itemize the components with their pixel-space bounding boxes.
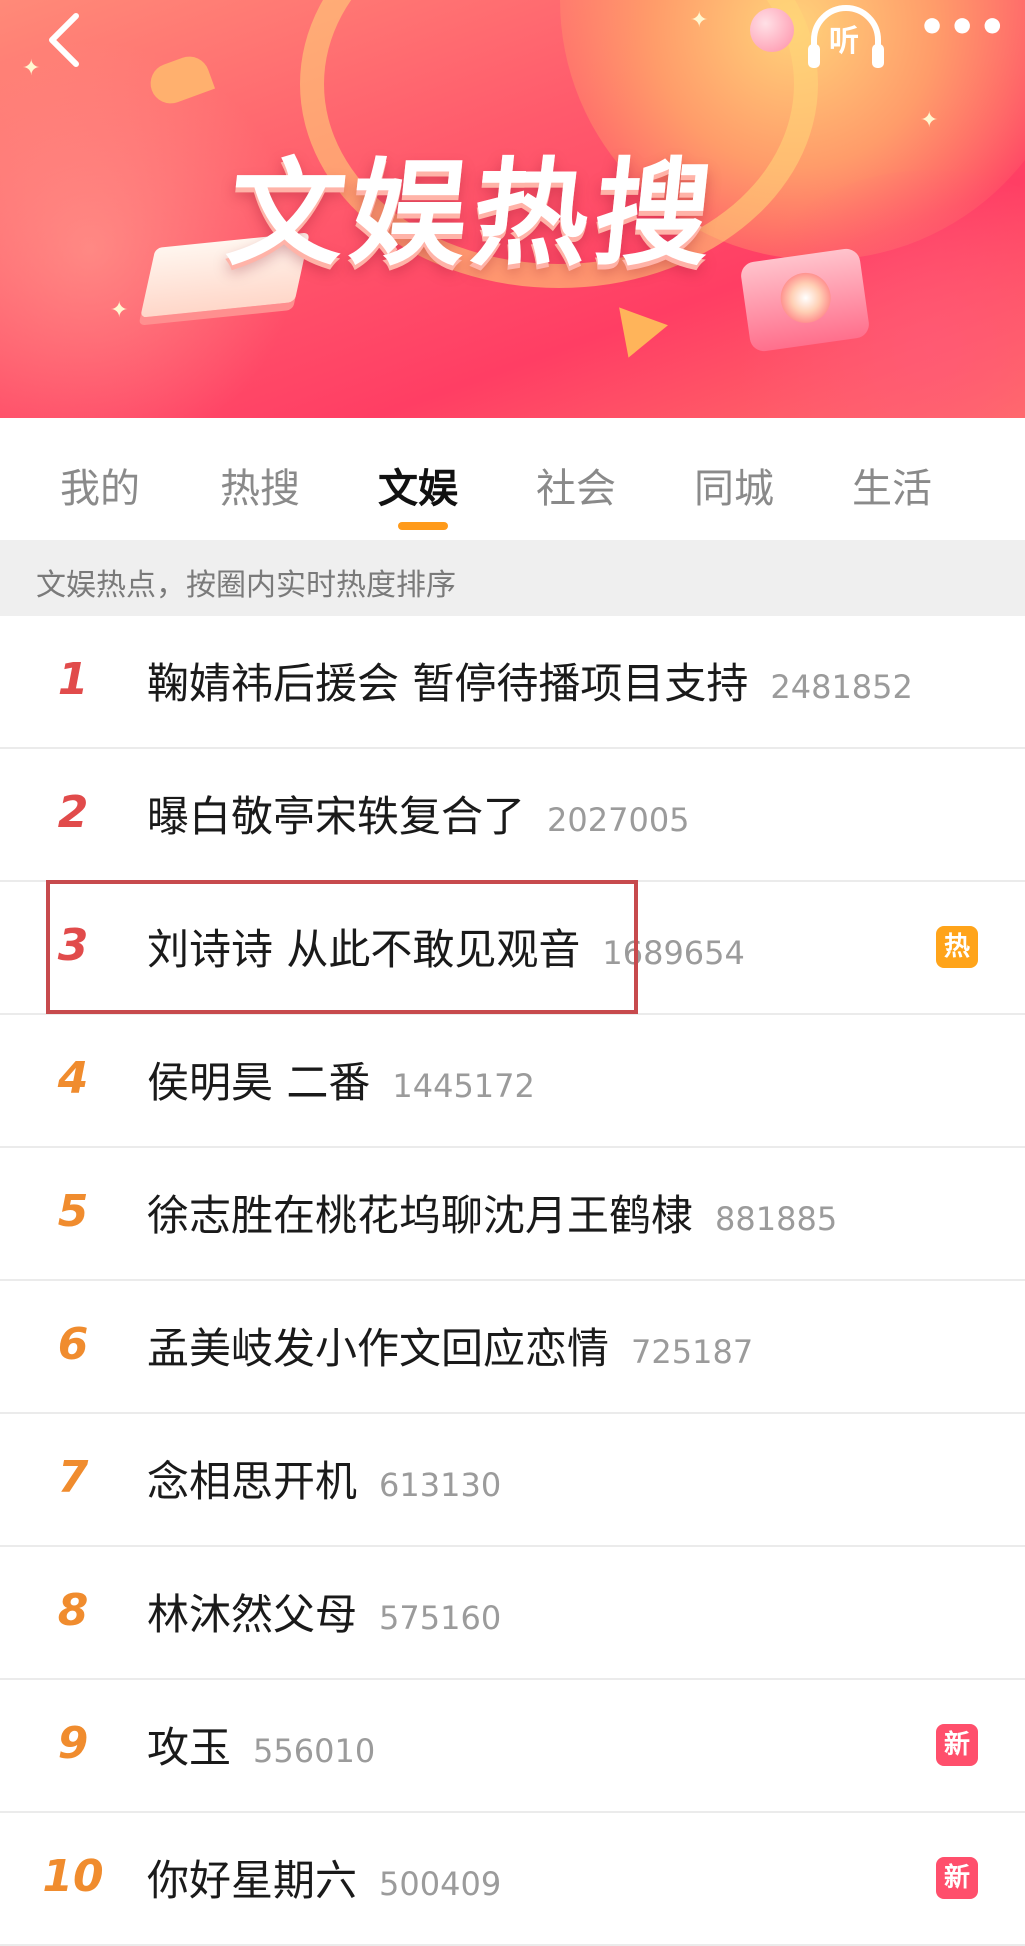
rank-number: 4 bbox=[57, 1053, 89, 1104]
list-item[interactable]: 5 徐志胜在桃花坞聊沈月王鹤棣 881885 bbox=[0, 1148, 1025, 1281]
active-tab-indicator bbox=[398, 522, 448, 530]
tab-mine[interactable]: 我的 bbox=[60, 456, 140, 514]
item-heat-count: 2027005 bbox=[547, 801, 690, 839]
listen-button[interactable]: 听 bbox=[806, 2, 886, 72]
sort-info-bar: 文娱热点，按圈内实时热度排序 bbox=[0, 540, 1025, 616]
new-badge: 新 bbox=[936, 1857, 978, 1899]
back-button[interactable] bbox=[40, 10, 90, 70]
rank-number: 1 bbox=[57, 654, 89, 705]
chevron-left-icon bbox=[49, 13, 79, 67]
item-title: 刘诗诗 从此不敢见观音 bbox=[147, 925, 581, 974]
list-item[interactable]: 6 孟美岐发小作文回应恋情 725187 bbox=[0, 1281, 1025, 1414]
item-heat-count: 575160 bbox=[379, 1599, 502, 1637]
rank-number: 6 bbox=[57, 1319, 89, 1370]
tab-society[interactable]: 社会 bbox=[536, 456, 616, 514]
hot-badge: 热 bbox=[936, 926, 978, 968]
item-heat-count: 500409 bbox=[379, 1865, 502, 1903]
sort-info-text: 文娱热点，按圈内实时热度排序 bbox=[36, 568, 456, 603]
item-heat-count: 2481852 bbox=[770, 668, 913, 706]
list-item[interactable]: 4 侯明昊 二番 1445172 bbox=[0, 1015, 1025, 1148]
camera-illustration bbox=[739, 247, 871, 353]
planet-decoration bbox=[750, 8, 794, 52]
item-heat-count: 1689654 bbox=[602, 934, 745, 972]
list-item[interactable]: 3 刘诗诗 从此不敢见观音 1689654 热 bbox=[0, 882, 1025, 1015]
header-banner: ✦ ✦ ✦ ✦ 文娱热搜 听 ••• bbox=[0, 0, 1025, 418]
rank-number: 10 bbox=[42, 1851, 104, 1902]
rank-number: 5 bbox=[57, 1186, 89, 1237]
tab-life[interactable]: 生活 bbox=[852, 456, 932, 514]
listen-label: 听 bbox=[829, 24, 859, 59]
tab-entertainment[interactable]: 文娱 bbox=[378, 456, 458, 514]
list-item[interactable]: 9 攻玉 556010 新 bbox=[0, 1680, 1025, 1813]
tab-hot-search[interactable]: 热搜 bbox=[220, 456, 300, 514]
tab-local[interactable]: 同城 bbox=[694, 456, 774, 514]
sparkle-icon: ✦ bbox=[690, 8, 709, 33]
rank-number: 8 bbox=[57, 1585, 89, 1636]
item-heat-count: 613130 bbox=[379, 1466, 502, 1504]
item-heat-count: 881885 bbox=[715, 1200, 838, 1238]
rank-number: 9 bbox=[57, 1718, 89, 1769]
item-title: 念相思开机 bbox=[147, 1457, 358, 1506]
item-title: 你好星期六 bbox=[147, 1856, 358, 1905]
sparkle-icon: ✦ bbox=[920, 108, 939, 133]
item-title: 孟美岐发小作文回应恋情 bbox=[147, 1324, 610, 1373]
item-title: 鞠婧祎后援会 暂停待播项目支持 bbox=[147, 659, 749, 708]
category-tabs: 我的 热搜 文娱 社会 同城 生活 bbox=[0, 418, 1025, 538]
list-item[interactable]: 8 林沐然父母 575160 bbox=[0, 1547, 1025, 1680]
sparkle-icon: ✦ bbox=[110, 298, 129, 323]
new-badge: 新 bbox=[936, 1724, 978, 1766]
triangle-decoration bbox=[604, 307, 668, 367]
item-title: 徐志胜在桃花坞聊沈月王鹤棣 bbox=[147, 1191, 694, 1240]
rank-number: 7 bbox=[57, 1452, 89, 1503]
item-title: 林沐然父母 bbox=[147, 1590, 358, 1639]
item-title: 侯明昊 二番 bbox=[147, 1058, 371, 1107]
item-heat-count: 1445172 bbox=[392, 1067, 535, 1105]
list-item[interactable]: 7 念相思开机 613130 bbox=[0, 1414, 1025, 1547]
list-item[interactable]: 10 你好星期六 500409 新 bbox=[0, 1813, 1025, 1946]
rank-number: 2 bbox=[57, 787, 89, 838]
rank-number: 3 bbox=[57, 920, 89, 971]
item-title: 曝白敬亭宋轶复合了 bbox=[147, 792, 526, 841]
page-title: 文娱热搜 bbox=[221, 147, 724, 282]
item-heat-count: 725187 bbox=[631, 1333, 754, 1371]
sparkle-icon: ✦ bbox=[22, 56, 41, 81]
list-item[interactable]: 2 曝白敬亭宋轶复合了 2027005 bbox=[0, 749, 1025, 882]
more-options-button[interactable]: ••• bbox=[918, 6, 1006, 50]
ellipsis-icon: ••• bbox=[918, 2, 1009, 53]
hot-search-list: 1 鞠婧祎后援会 暂停待播项目支持 2481852 2 曝白敬亭宋轶复合了 2027… bbox=[0, 616, 1025, 1946]
list-item[interactable]: 1 鞠婧祎后援会 暂停待播项目支持 2481852 bbox=[0, 616, 1025, 749]
item-heat-count: 556010 bbox=[253, 1732, 376, 1770]
item-title: 攻玉 bbox=[147, 1723, 232, 1772]
